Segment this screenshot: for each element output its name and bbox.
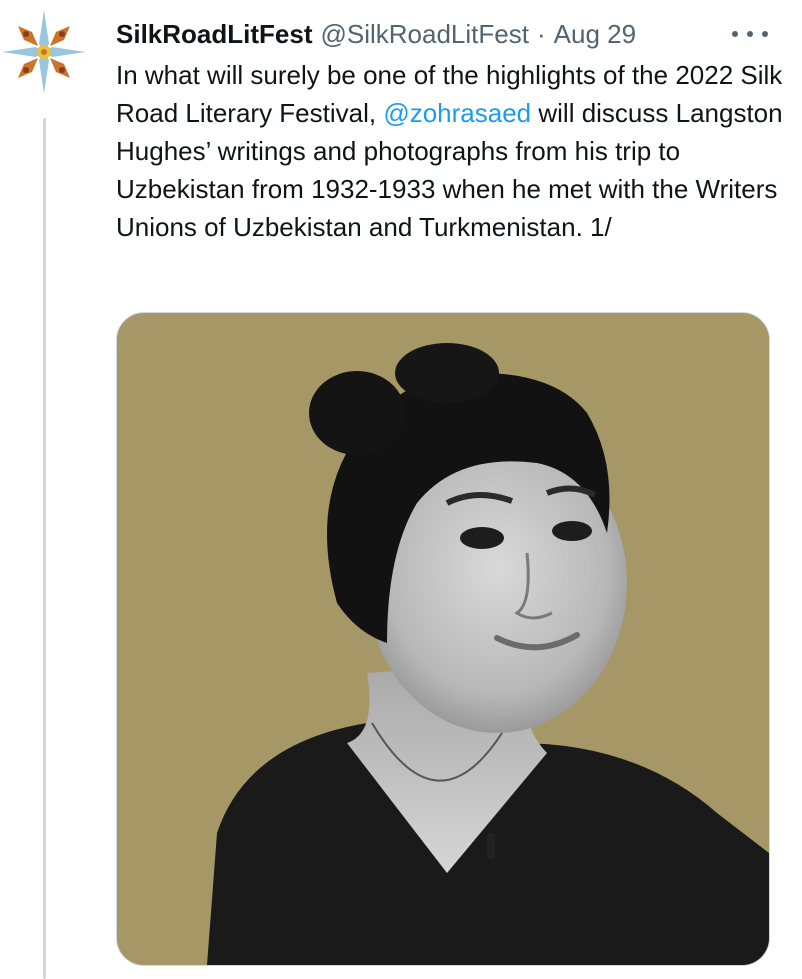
display-name[interactable]: SilkRoadLitFest <box>116 19 312 50</box>
avatar[interactable] <box>2 10 86 94</box>
portrait-photo <box>117 313 769 965</box>
thread-line <box>43 118 46 979</box>
silk-road-logo-icon <box>2 10 86 94</box>
separator-dot: · <box>536 18 546 49</box>
user-handle[interactable]: @SilkRoadLitFest <box>320 19 528 50</box>
tweet-date[interactable]: Aug 29 <box>554 19 636 50</box>
mention-link[interactable]: @zohrasaed <box>383 98 531 128</box>
tweet-header: SilkRoadLitFest @SilkRoadLitFest · Aug 2… <box>116 16 762 52</box>
tweet[interactable]: SilkRoadLitFest @SilkRoadLitFest · Aug 2… <box>0 0 802 979</box>
more-options-icon[interactable] <box>732 22 768 46</box>
tweet-photo[interactable] <box>116 312 770 966</box>
tweet-text: In what will surely be one of the highli… <box>116 56 786 246</box>
